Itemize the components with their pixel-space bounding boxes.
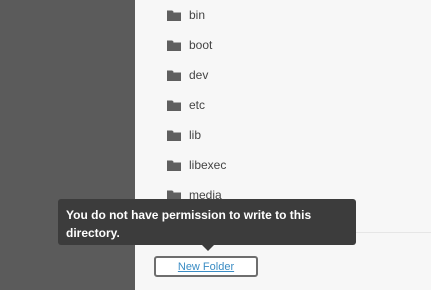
left-pane: [0, 0, 135, 290]
folder-label: etc: [189, 98, 206, 112]
folder-label: dev: [189, 68, 209, 82]
tooltip-arrow: [202, 245, 214, 251]
folder-item-lib[interactable]: lib: [166, 123, 201, 147]
folder-icon: [166, 128, 182, 142]
new-folder-label: New Folder: [177, 260, 235, 273]
folder-label: lib: [189, 128, 202, 142]
folder-icon: [166, 98, 182, 112]
folder-label: bin: [189, 8, 206, 22]
folder-item-bin[interactable]: bin: [166, 3, 205, 27]
new-folder-button[interactable]: New Folder: [154, 256, 258, 277]
folder-icon: [166, 8, 182, 22]
folder-item-libexec[interactable]: libexec: [166, 153, 226, 177]
tooltip-text: You do not have permission to write to t…: [66, 208, 312, 240]
permission-tooltip: You do not have permission to write to t…: [58, 199, 356, 251]
folder-item-etc[interactable]: etc: [166, 93, 205, 117]
folder-list: bin boot dev etc lib libexec media: [135, 0, 431, 232]
file-browser-pane: bin boot dev etc lib libexec media New F…: [135, 0, 431, 290]
folder-icon: [166, 68, 182, 82]
folder-label: boot: [189, 38, 213, 52]
folder-icon: [166, 158, 182, 172]
folder-item-boot[interactable]: boot: [166, 33, 212, 57]
folder-icon: [166, 38, 182, 52]
folder-label: libexec: [189, 158, 227, 172]
folder-item-dev[interactable]: dev: [166, 63, 208, 87]
